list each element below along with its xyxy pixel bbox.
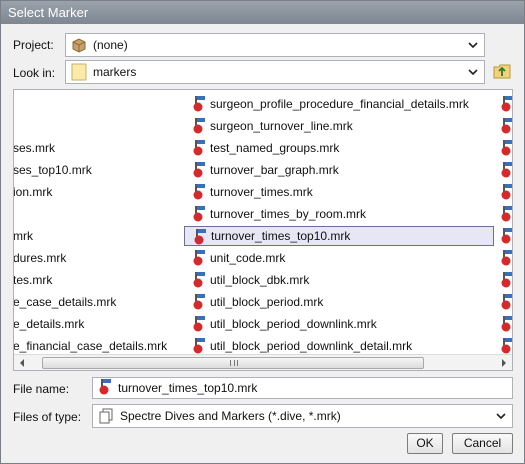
file-name: dures.mrk xyxy=(13,251,67,265)
file-name: ses_top10.mrk xyxy=(13,163,92,177)
file-list-item[interactable]: e_financial_case_details.mrk xyxy=(13,336,168,356)
cancel-button[interactable]: Cancel xyxy=(452,433,513,454)
marker-file-icon xyxy=(500,183,512,201)
file-name: e_case_details.mrk xyxy=(13,295,117,309)
file-name: tes.mrk xyxy=(13,273,53,287)
file-list-item[interactable]: mrk xyxy=(13,226,33,246)
file-list-item[interactable]: turnover_times_by_room.mrk xyxy=(184,204,366,224)
marker-file-icon xyxy=(192,95,206,113)
marker-file-icon xyxy=(192,293,206,311)
scroll-left-icon[interactable] xyxy=(14,355,30,370)
file-name: util_block_period_downlink_detail.mrk xyxy=(210,339,413,353)
marker-file-icon xyxy=(98,378,116,398)
file-list-item[interactable]: turnover_bar_graph.mrk xyxy=(184,160,339,180)
file-list-item[interactable]: util_block_dbk.mrk xyxy=(184,270,309,290)
folder-icon xyxy=(70,63,88,81)
marker-file-icon xyxy=(500,161,512,179)
marker-file-icon xyxy=(500,337,512,355)
select-marker-dialog: Select Marker Project: (none) Look in: m… xyxy=(0,0,525,464)
scroll-right-icon[interactable] xyxy=(496,355,512,370)
chevron-down-icon[interactable] xyxy=(462,61,484,83)
file-list-item[interactable]: e_case_details.mrk xyxy=(13,292,117,312)
marker-file-icon xyxy=(500,293,512,311)
file-name: util_block_period_downlink.mrk xyxy=(210,317,377,331)
marker-file-icon xyxy=(193,228,207,246)
file-list-item-selected[interactable]: turnover_times_top10.mrk xyxy=(184,226,494,246)
file-name: test_named_groups.mrk xyxy=(210,141,340,155)
look-in-value: markers xyxy=(93,65,137,79)
file-name: turnover_bar_graph.mrk xyxy=(210,163,339,177)
file-name-field[interactable]: turnover_times_top10.mrk xyxy=(92,377,513,399)
file-list-item[interactable]: dures.mrk xyxy=(13,248,67,268)
look-in-combo[interactable]: markers xyxy=(65,60,485,84)
chevron-down-icon[interactable] xyxy=(490,405,512,427)
file-type-combo[interactable]: Spectre Dives and Markers (*.dive, *.mrk… xyxy=(92,404,513,428)
marker-file-icon xyxy=(192,249,206,267)
file-list-item[interactable]: unit_code.mrk xyxy=(184,248,285,268)
dialog-title: Select Marker xyxy=(1,1,524,24)
marker-file-icon xyxy=(500,139,512,157)
file-list-item[interactable]: util_block_period.mrk xyxy=(184,292,323,312)
chevron-down-icon[interactable] xyxy=(462,34,484,56)
file-name: ion.mrk xyxy=(13,185,53,199)
look-in-label: Look in: xyxy=(13,66,56,80)
scrollbar-thumb[interactable] xyxy=(42,357,424,369)
file-name: e_details.mrk xyxy=(13,317,85,331)
horizontal-scrollbar[interactable] xyxy=(14,354,512,370)
marker-file-icon xyxy=(500,95,512,113)
marker-file-icon xyxy=(500,315,512,333)
marker-file-icon xyxy=(192,205,206,223)
file-list-item[interactable]: ses.mrk xyxy=(13,138,55,158)
file-name-value: turnover_times_top10.mrk xyxy=(118,381,258,395)
file-name: mrk xyxy=(13,229,33,243)
file-list-item[interactable]: ion.mrk xyxy=(13,182,53,202)
marker-file-icon xyxy=(192,315,206,333)
marker-file-icon xyxy=(192,139,206,157)
file-list-item[interactable]: test_named_groups.mrk xyxy=(184,138,339,158)
file-name: e_financial_case_details.mrk xyxy=(13,339,168,353)
marker-file-icon xyxy=(500,271,512,289)
package-icon xyxy=(70,36,88,54)
project-label: Project: xyxy=(13,38,54,52)
file-type-value: Spectre Dives and Markers (*.dive, *.mrk… xyxy=(120,409,341,423)
file-type-icon xyxy=(97,407,115,425)
file-name: ses.mrk xyxy=(13,141,55,155)
file-list[interactable]: ses.mrk ses_top10.mrk ion.mrk mrk dures.mrk t… xyxy=(13,89,513,371)
file-name: turnover_times_top10.mrk xyxy=(211,229,351,243)
ok-button[interactable]: OK xyxy=(407,433,443,454)
marker-file-icon xyxy=(192,183,206,201)
file-list-item[interactable]: ses_top10.mrk xyxy=(13,160,92,180)
file-list-item[interactable]: surgeon_profile_procedure_financial_deta… xyxy=(184,94,469,114)
marker-file-icon xyxy=(192,161,206,179)
marker-file-icon xyxy=(500,227,512,245)
file-type-label: Files of type: xyxy=(13,410,82,424)
marker-file-icon xyxy=(500,117,512,135)
file-name-label: File name: xyxy=(13,382,70,396)
file-list-item[interactable]: e_details.mrk xyxy=(13,314,85,334)
marker-file-icon xyxy=(192,271,206,289)
marker-file-icon xyxy=(192,117,206,135)
file-name: turnover_times_by_room.mrk xyxy=(210,207,367,221)
marker-file-icon xyxy=(500,249,512,267)
file-name: surgeon_turnover_line.mrk xyxy=(210,119,353,133)
file-list-item[interactable]: tes.mrk xyxy=(13,270,53,290)
marker-file-icon xyxy=(192,337,206,355)
file-list-item[interactable]: surgeon_turnover_line.mrk xyxy=(184,116,353,136)
marker-file-icon xyxy=(500,205,512,223)
up-folder-button[interactable] xyxy=(491,61,513,83)
project-combo[interactable]: (none) xyxy=(65,33,485,57)
up-folder-icon xyxy=(493,63,511,82)
project-value: (none) xyxy=(93,38,128,52)
file-name: surgeon_profile_procedure_financial_deta… xyxy=(210,97,469,111)
file-list-item[interactable]: turnover_times.mrk xyxy=(184,182,313,202)
file-list-item[interactable]: util_block_period_downlink.mrk xyxy=(184,314,377,334)
file-list-item[interactable]: util_block_period_downlink_detail.mrk xyxy=(184,336,412,356)
